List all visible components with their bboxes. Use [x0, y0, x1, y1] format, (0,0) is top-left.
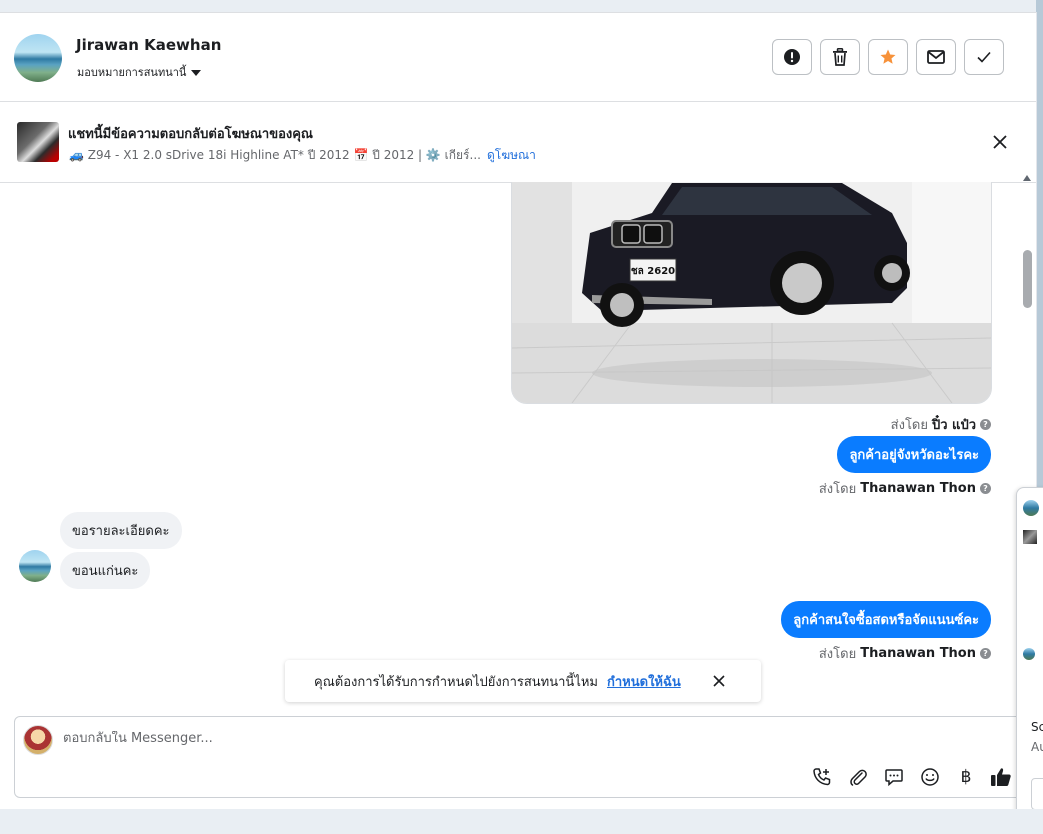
sent-by-prefix: ส่งโดย: [890, 418, 928, 433]
sender-name[interactable]: Thanawan Thon: [860, 646, 976, 661]
sent-by-label: ส่งโดย Thanawan Thon ?: [819, 643, 991, 664]
scroll-up-arrow-icon[interactable]: [1023, 175, 1031, 181]
car-photo-illustration: ชล 2620: [512, 182, 991, 403]
peek-avatar: [1023, 500, 1039, 516]
mark-spam-button[interactable]: [772, 39, 812, 75]
delete-button[interactable]: [820, 39, 860, 75]
contact-name[interactable]: Jirawan Kaewhan: [76, 36, 221, 54]
incoming-message[interactable]: ขอนแก่นคะ: [60, 552, 151, 589]
sent-by-prefix: ส่งโดย: [818, 647, 857, 662]
trash-icon: [833, 48, 847, 66]
conversation-header: Jirawan Kaewhan มอบหมายการสนทนานี้: [0, 13, 1036, 102]
call-add-icon: [813, 768, 831, 786]
peek-avatar-small: [1023, 648, 1035, 660]
assign-to-me-link[interactable]: กำหนดให้ฉัน: [607, 671, 681, 692]
side-popup-peek[interactable]: [1016, 487, 1043, 824]
close-icon: [993, 135, 1007, 149]
close-toast-button[interactable]: [709, 671, 729, 691]
car-photo-message[interactable]: ชล 2620: [511, 182, 992, 404]
ad-description: 🚙 Z94 - X1 2.0 sDrive 18i Highline AT* ป…: [69, 146, 536, 165]
outgoing-message[interactable]: ลูกค้าอยู่จังหวัดอะไรคะ: [837, 436, 991, 473]
emoji-icon: [921, 768, 939, 786]
sender-name[interactable]: Thanawan Thon: [860, 481, 976, 496]
page-background: [0, 809, 1043, 834]
sent-by-label: ส่งโดย ปิ๋ว แป๋ว ?: [891, 414, 991, 435]
thumbs-up-icon: [991, 768, 1011, 786]
like-button[interactable]: [989, 765, 1013, 789]
view-ad-link[interactable]: ดูโฆษณา: [487, 146, 536, 165]
chat-bubble-icon: [885, 769, 903, 787]
check-icon: [977, 51, 991, 63]
ad-thumbnail: [17, 122, 59, 162]
page-avatar: [23, 725, 53, 755]
outgoing-message[interactable]: ลูกค้าสนใจซื้อสดหรือจัดแนนซ์คะ: [781, 601, 991, 638]
caret-down-icon: [191, 69, 202, 76]
call-button[interactable]: [810, 765, 834, 789]
close-icon: [713, 675, 725, 687]
help-icon[interactable]: ?: [980, 419, 991, 430]
background-strip: [1036, 0, 1043, 487]
ad-reply-bar: แชทนี้มีข้อความตอบกลับต่อโฆษณาของคุณ 🚙 Z…: [0, 102, 1036, 183]
sender-name[interactable]: ปิ๋ว แป๋ว: [932, 414, 976, 435]
assign-label: มอบหมายการสนทนานี้: [77, 66, 187, 79]
toast-text: คุณต้องการได้รับการกำหนดไปยังการสนทนานี้…: [314, 674, 598, 690]
assign-toast: คุณต้องการได้รับการกำหนดไปยังการสนทนานี้…: [285, 660, 761, 702]
contact-avatar-small[interactable]: [19, 550, 51, 582]
attach-button[interactable]: [846, 765, 870, 789]
paperclip-icon: [850, 769, 867, 786]
close-ad-bar-button[interactable]: [990, 132, 1010, 152]
contact-avatar[interactable]: [14, 34, 62, 82]
emoji-button[interactable]: [918, 765, 942, 789]
scrollbar-thumb[interactable]: [1023, 250, 1032, 308]
message-thread[interactable]: ชล 2620 ส่งโดย ปิ๋ว แป๋ว ? ลูกค้าอยู่จัง…: [0, 182, 1036, 712]
ad-title: แชทนี้มีข้อความตอบกลับต่อโฆษณาของคุณ: [68, 127, 313, 142]
sent-by-label: ส่งโดย Thanawan Thon ?: [819, 478, 991, 499]
assign-dropdown[interactable]: มอบหมายการสนทนานี้: [77, 63, 202, 81]
sent-by-prefix: ส่งโดย: [818, 482, 857, 497]
reply-composer: ฿: [14, 716, 1028, 798]
baht-icon: ฿: [960, 767, 972, 787]
star-icon: [880, 49, 896, 64]
mark-done-button[interactable]: [964, 39, 1004, 75]
mark-unread-button[interactable]: [916, 39, 956, 75]
saved-replies-button[interactable]: [882, 765, 906, 789]
peek-text: Au: [1031, 740, 1043, 754]
help-icon[interactable]: ?: [980, 483, 991, 494]
help-icon[interactable]: ?: [980, 648, 991, 659]
peek-ad-thumbnail: [1023, 530, 1037, 544]
peek-button[interactable]: [1031, 778, 1043, 810]
license-plate-text: ชล 2620: [631, 266, 675, 277]
incoming-message[interactable]: ขอรายละเอียดคะ: [60, 512, 182, 549]
envelope-icon: [927, 50, 945, 64]
ad-description-text: 🚙 Z94 - X1 2.0 sDrive 18i Highline AT* ป…: [69, 148, 481, 162]
payment-button[interactable]: ฿: [954, 765, 978, 789]
peek-text: Sc: [1031, 720, 1043, 734]
star-button[interactable]: [868, 39, 908, 75]
reply-input[interactable]: [63, 731, 763, 746]
alert-icon: [784, 49, 800, 65]
